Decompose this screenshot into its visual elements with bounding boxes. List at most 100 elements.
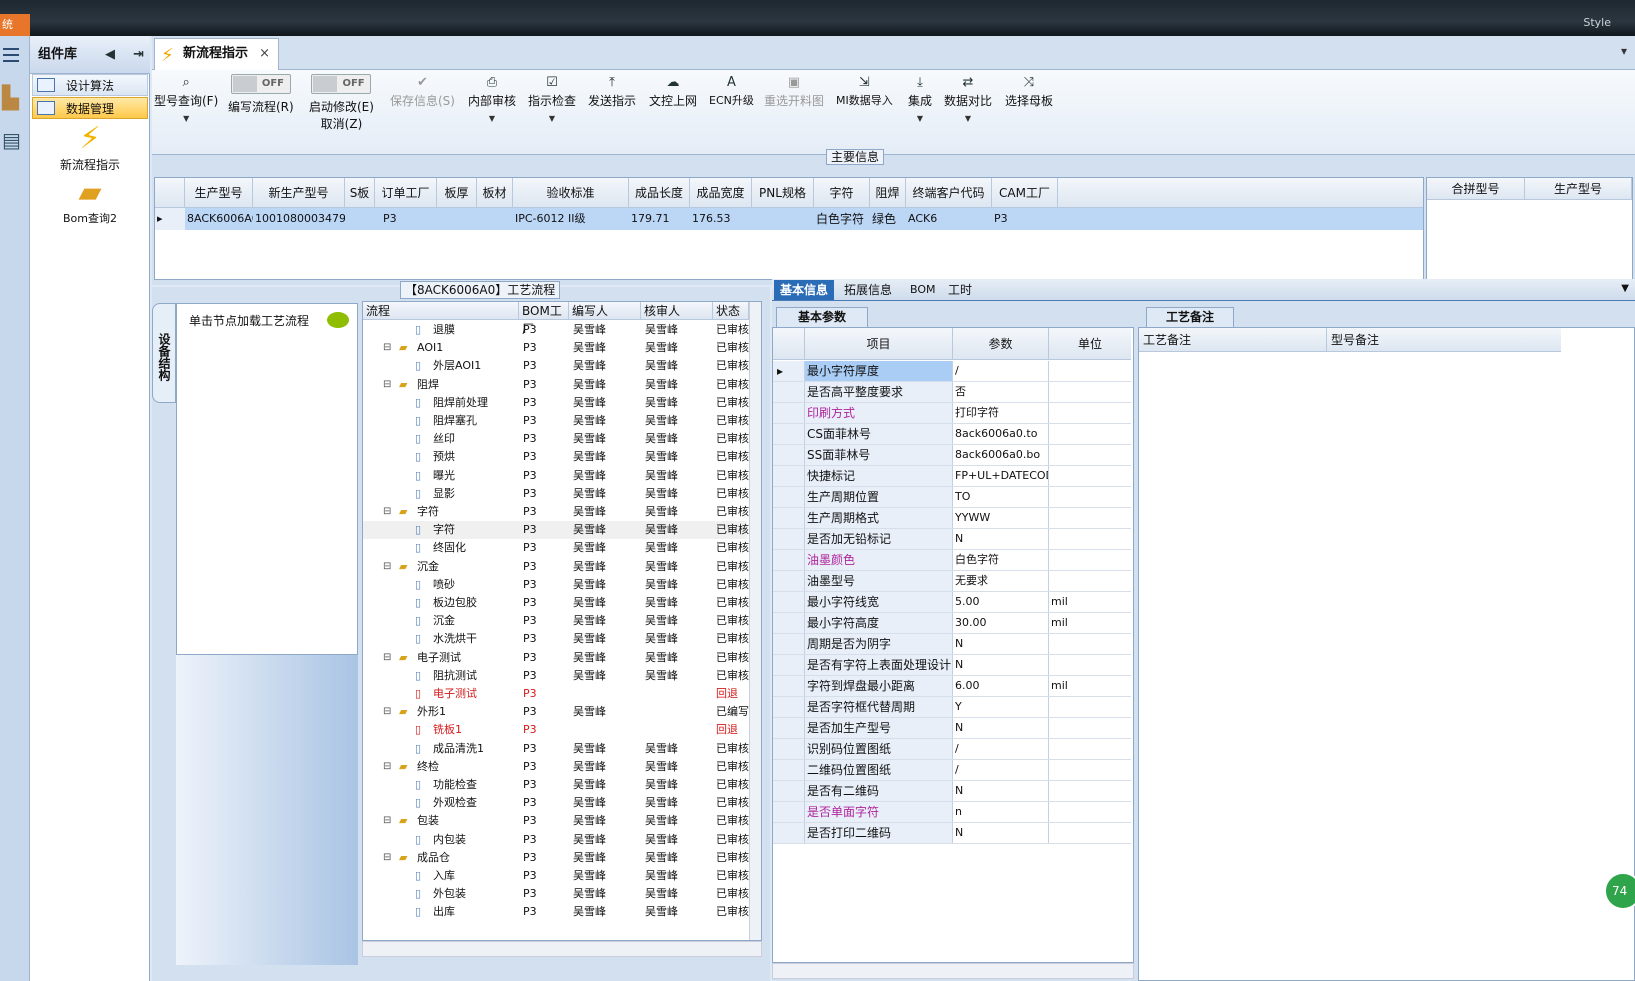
column-header[interactable]: S板 bbox=[345, 178, 375, 208]
tab-basic-info[interactable]: 基本信息 bbox=[774, 280, 835, 300]
chevron-down-icon[interactable]: ▼ bbox=[944, 109, 992, 129]
param-value[interactable]: / bbox=[953, 760, 1049, 780]
param-value[interactable]: 8ack6006a0.to bbox=[953, 424, 1049, 444]
param-row[interactable]: 是否字符框代替周期 Y bbox=[773, 697, 1131, 718]
data-compare-button[interactable]: ⇄ 数据对比 ▼ bbox=[944, 74, 992, 129]
param-value[interactable]: 打印字符 bbox=[953, 403, 1049, 423]
column-header[interactable]: 字符 bbox=[814, 178, 870, 208]
flow-tree-row[interactable]: ▯ 喷砂 P3 吴雪峰 吴雪峰 已审核 bbox=[363, 576, 749, 594]
param-value[interactable]: / bbox=[953, 361, 1049, 381]
collapse-left-icon[interactable]: ◀ bbox=[105, 47, 115, 62]
column-header[interactable]: 生产型号 bbox=[1525, 178, 1632, 200]
table-cell[interactable] bbox=[345, 208, 375, 230]
column-header[interactable]: 成品宽度 bbox=[690, 178, 752, 208]
param-row[interactable]: 油墨颜色 白色字符 bbox=[773, 550, 1131, 571]
style-label[interactable]: Style bbox=[1583, 16, 1611, 29]
flow-tree-row[interactable]: ▯ 沉金 P3 吴雪峰 吴雪峰 已审核 bbox=[363, 612, 749, 630]
column-header[interactable]: 编写人 bbox=[569, 302, 641, 320]
horizontal-scrollbar[interactable] bbox=[772, 963, 1134, 979]
column-header[interactable]: 项目 bbox=[805, 328, 953, 360]
menu-icon[interactable] bbox=[3, 48, 19, 62]
write-flow-toggle[interactable]: OFF 编写流程(R) bbox=[228, 74, 294, 115]
param-row[interactable]: 油墨型号 无要求 bbox=[773, 571, 1131, 592]
param-value[interactable]: 6.00 bbox=[953, 676, 1049, 696]
param-row[interactable]: 最小字符高度 30.00 mil bbox=[773, 613, 1131, 634]
table-cell[interactable]: ACK6 bbox=[906, 208, 992, 230]
param-value[interactable]: 白色字符 bbox=[953, 550, 1049, 570]
table-cell[interactable]: 10010800034795 bbox=[253, 208, 345, 230]
ecn-upgrade-button[interactable]: A ECN升级 bbox=[709, 74, 754, 108]
param-row[interactable]: SS面菲林号 8ack6006a0.bo bbox=[773, 445, 1131, 466]
flow-tree-row[interactable]: ▯ 曝光 P3 吴雪峰 吴雪峰 已审核 bbox=[363, 467, 749, 485]
flow-tree-row[interactable]: ▯ 阻焊塞孔 P3 吴雪峰 吴雪峰 已审核 bbox=[363, 412, 749, 430]
param-value[interactable]: N bbox=[953, 634, 1049, 654]
param-row[interactable]: 是否有二维码 N bbox=[773, 781, 1131, 802]
flow-tree-row[interactable]: ⊟ ▰ 外形1 P3 吴雪峰 已编写 bbox=[363, 703, 749, 721]
column-header[interactable]: 板厚 bbox=[437, 178, 477, 208]
table-cell[interactable] bbox=[477, 208, 513, 230]
flow-tree-row[interactable]: ▯ 外层AOI1 P3 吴雪峰 吴雪峰 已审核 bbox=[363, 357, 749, 375]
nav-item-data-management[interactable]: 数据管理 bbox=[32, 97, 148, 119]
param-row[interactable]: 二维码位置图纸 / bbox=[773, 760, 1131, 781]
flow-tree-row[interactable]: ⊟ ▰ AOI1 P3 吴雪峰 吴雪峰 已审核 bbox=[363, 339, 749, 357]
flow-tree-row[interactable]: ▯ 终固化 P3 吴雪峰 吴雪峰 已审核 bbox=[363, 539, 749, 557]
table-cell[interactable]: 176.53 bbox=[690, 208, 752, 230]
column-header[interactable]: 核审人 bbox=[641, 302, 713, 320]
column-header[interactable]: PNL规格 bbox=[752, 178, 814, 208]
param-row[interactable]: 周期是否为阴字 N bbox=[773, 634, 1131, 655]
tab-work-hours[interactable]: 工时 bbox=[942, 280, 978, 300]
flow-tree-row[interactable]: ▯ 电子测试 P3 回退 bbox=[363, 685, 747, 703]
chevron-down-icon[interactable]: ▼ bbox=[468, 109, 516, 129]
param-row[interactable]: 是否加生产型号 N bbox=[773, 718, 1131, 739]
flow-tree-row[interactable]: ▯ 阻抗测试 P3 吴雪峰 吴雪峰 已审核 bbox=[363, 667, 749, 685]
column-header[interactable]: 阻焊 bbox=[870, 178, 906, 208]
table-cell[interactable]: 179.71 bbox=[629, 208, 690, 230]
param-row[interactable]: 是否加无铅标记 N bbox=[773, 529, 1131, 550]
param-row[interactable]: 印刷方式 打印字符 bbox=[773, 403, 1131, 424]
row-selector[interactable]: ▸ bbox=[155, 208, 185, 230]
table-cell[interactable] bbox=[752, 208, 814, 230]
param-value[interactable]: FP+UL+DATECODE bbox=[953, 466, 1049, 486]
flow-tree-row[interactable]: ▯ 铣板1 P3 回退 bbox=[363, 721, 747, 739]
table-cell[interactable]: IPC-6012 II级 bbox=[513, 208, 629, 230]
column-header[interactable]: 生产型号 bbox=[185, 178, 253, 208]
param-value[interactable]: 8ack6006a0.bo bbox=[953, 445, 1049, 465]
integrate-button[interactable]: ⤓ 集成 ▼ bbox=[908, 74, 932, 129]
reselect-cutting-button[interactable]: ▣ 重选开料图 bbox=[764, 74, 824, 109]
toggle-switch[interactable]: OFF bbox=[230, 74, 291, 94]
structure-side-tab[interactable]: 设备结构 bbox=[152, 303, 176, 403]
param-value[interactable]: N bbox=[953, 781, 1049, 801]
tab-bom[interactable]: BOM bbox=[904, 280, 942, 300]
chevron-down-icon[interactable]: ▼ bbox=[908, 109, 932, 129]
column-header[interactable]: 订单工厂 bbox=[375, 178, 437, 208]
column-header[interactable]: 合拼型号 bbox=[1427, 178, 1525, 200]
table-cell[interactable]: P3 bbox=[375, 208, 437, 230]
flow-tree-row[interactable]: ▯ 出库 P3 吴雪峰 吴雪峰 已审核 bbox=[363, 903, 749, 921]
column-header[interactable]: 板材 bbox=[477, 178, 513, 208]
column-header[interactable]: 状态 bbox=[713, 302, 749, 320]
param-value[interactable]: n bbox=[953, 802, 1049, 822]
param-value[interactable]: / bbox=[953, 739, 1049, 759]
flow-tree-row[interactable]: ▯ 丝印 P3 吴雪峰 吴雪峰 已审核 bbox=[363, 430, 749, 448]
select-motherboard-button[interactable]: ⤨ 选择母板 bbox=[1005, 74, 1053, 109]
param-row[interactable]: CS面菲林号 8ack6006a0.to bbox=[773, 424, 1131, 445]
column-header[interactable]: 工艺备注 bbox=[1139, 328, 1327, 352]
param-value[interactable]: 30.00 bbox=[953, 613, 1049, 633]
send-instruction-button[interactable]: ⤒ 发送指示 bbox=[588, 74, 636, 109]
flow-tree-row[interactable]: ▯ 阻焊前处理 P3 吴雪峰 吴雪峰 已审核 bbox=[363, 394, 749, 412]
param-value[interactable]: N bbox=[953, 655, 1049, 675]
mi-data-import-button[interactable]: ⇲ MI数据导入 bbox=[836, 74, 893, 108]
flow-tree-row[interactable]: ▯ 字符 P3 吴雪峰 吴雪峰 已审核 bbox=[363, 521, 749, 540]
factory-icon[interactable]: ▙ bbox=[2, 86, 24, 114]
flow-tree-row[interactable]: ▯ 成品清洗1 P3 吴雪峰 吴雪峰 已审核 bbox=[363, 740, 749, 758]
flow-tree-row[interactable]: ▯ 内包装 P3 吴雪峰 吴雪峰 已审核 bbox=[363, 831, 749, 849]
table-cell[interactable]: 绿色 bbox=[870, 208, 906, 230]
param-value[interactable]: 5.00 bbox=[953, 592, 1049, 612]
flow-tree-row[interactable]: ▯ 显影 P3 吴雪峰 吴雪峰 已审核 bbox=[363, 485, 749, 503]
param-value[interactable]: 无要求 bbox=[953, 571, 1049, 591]
vertical-scrollbar[interactable] bbox=[749, 302, 761, 940]
save-info-button[interactable]: ✔ 保存信息(S) bbox=[390, 74, 455, 109]
flow-tree-row[interactable]: ⊟ ▰ 字符 P3 吴雪峰 吴雪峰 已审核 bbox=[363, 503, 749, 521]
start-modify-toggle[interactable]: OFF 启动修改(E) 取消(Z) bbox=[309, 74, 374, 132]
pin-icon[interactable]: ⇥ bbox=[133, 47, 144, 62]
